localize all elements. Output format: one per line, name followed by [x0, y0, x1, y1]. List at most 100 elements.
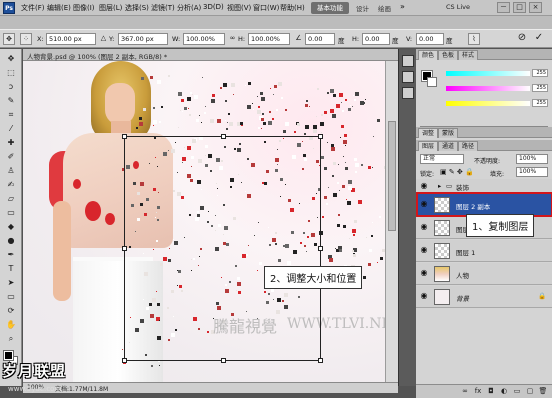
blue-value[interactable]: 255	[532, 99, 548, 107]
group-expand-icon[interactable]: ▸	[438, 182, 441, 190]
fx-icon[interactable]: fx	[473, 387, 483, 396]
brush-tool-icon[interactable]: ✐	[4, 151, 18, 163]
mask-icon[interactable]: ◘	[486, 387, 496, 396]
lock-icons[interactable]: ▣ ✎ ✥ 🔒	[440, 168, 474, 176]
layer-row-group[interactable]: ◉ ▸ ▭ 装饰	[416, 179, 552, 193]
info-panel-icon[interactable]	[402, 87, 414, 99]
width-scale-field[interactable]: 100.00%	[183, 33, 225, 45]
eraser-tool-icon[interactable]: ▱	[4, 193, 18, 205]
blur-tool-icon[interactable]: ◆	[4, 221, 18, 233]
3d-rotate-tool-icon[interactable]: ⟳	[4, 305, 18, 317]
eye-icon[interactable]: ◉	[419, 268, 429, 278]
new-layer-icon[interactable]: ▢	[525, 387, 535, 396]
minimize-icon[interactable]: －	[497, 2, 510, 13]
commit-transform-icon[interactable]: ✓	[533, 33, 545, 45]
history-brush-tool-icon[interactable]: ✍	[4, 179, 18, 191]
menu-layer[interactable]: 图层(L)	[99, 3, 122, 13]
layer-row[interactable]: ◉ 图层 1	[416, 240, 552, 262]
navigator-panel-icon[interactable]	[402, 71, 414, 83]
menu-view[interactable]: 视图(V)	[227, 3, 251, 13]
move-tool-icon[interactable]: ✥	[3, 33, 15, 45]
menu-window[interactable]: 窗口(W)	[253, 3, 279, 13]
tab-layers[interactable]: 图层	[418, 141, 439, 151]
green-slider[interactable]	[446, 86, 530, 91]
rotation-field[interactable]: 0.00	[305, 33, 335, 45]
height-scale-field[interactable]: 100.00%	[248, 33, 290, 45]
tab-masks[interactable]: 蒙版	[438, 128, 459, 138]
transform-handle-right[interactable]	[318, 246, 323, 251]
y-position-field[interactable]: 367.00 px	[118, 33, 168, 45]
move-tool-icon[interactable]: ✥	[4, 53, 18, 65]
warp-icon[interactable]: ⌇	[468, 33, 480, 45]
reference-point-icon[interactable]: ⁘	[20, 33, 32, 45]
scroll-thumb[interactable]	[388, 121, 396, 231]
menu-analysis[interactable]: 分析(A)	[177, 3, 201, 13]
close-icon[interactable]: ×	[529, 2, 542, 13]
blend-mode-select[interactable]: 正常	[420, 154, 464, 164]
history-panel-icon[interactable]	[402, 55, 414, 67]
workspace-essentials-button[interactable]: 基本功能	[311, 2, 349, 14]
shape-tool-icon[interactable]: ▭	[4, 291, 18, 303]
tab-channels[interactable]: 通道	[438, 141, 459, 151]
tab-adjustments[interactable]: 调整	[418, 128, 439, 138]
cancel-transform-icon[interactable]: ⊘	[516, 33, 528, 45]
eye-icon[interactable]: ◉	[419, 181, 429, 191]
transform-handle-left[interactable]	[122, 246, 127, 251]
red-slider[interactable]	[446, 71, 530, 76]
workspace-arrow-icon[interactable]: »	[400, 2, 405, 11]
folder-icon[interactable]: ▭	[512, 387, 522, 396]
transform-handle-top-right[interactable]	[318, 134, 323, 139]
fill-field[interactable]: 100%	[516, 167, 548, 177]
tab-swatches[interactable]: 色板	[438, 50, 459, 60]
cs-live-button[interactable]: CS Live	[446, 3, 470, 11]
triangle-icon[interactable]: △	[99, 33, 108, 45]
workspace-painting-link[interactable]: 绘画	[378, 3, 391, 13]
layer-row[interactable]: ◉ 人物	[416, 263, 552, 285]
red-value[interactable]: 255	[532, 69, 548, 77]
v-skew-field[interactable]: 0.00	[416, 33, 444, 45]
opacity-field[interactable]: 100%	[516, 154, 548, 164]
gradient-tool-icon[interactable]: ▭	[4, 207, 18, 219]
crop-tool-icon[interactable]: ⌗	[4, 109, 18, 121]
link-icon[interactable]: ∞	[460, 387, 470, 396]
dodge-tool-icon[interactable]: ●	[4, 235, 18, 247]
menu-filter[interactable]: 滤镜(T)	[151, 3, 175, 13]
transform-handle-bottom[interactable]	[221, 358, 226, 363]
clone-stamp-tool-icon[interactable]: ♙	[4, 165, 18, 177]
h-skew-field[interactable]: 0.00	[362, 33, 390, 45]
transform-handle-top-left[interactable]	[122, 134, 127, 139]
healing-brush-tool-icon[interactable]: ✚	[4, 137, 18, 149]
green-value[interactable]: 255	[532, 84, 548, 92]
vertical-scrollbar[interactable]	[385, 61, 398, 382]
layer-row[interactable]: ◉ 背景 🔒	[416, 286, 552, 308]
tab-styles[interactable]: 样式	[458, 50, 479, 60]
trash-icon[interactable]: 🗑	[538, 387, 548, 396]
eye-icon[interactable]: ◉	[419, 222, 429, 232]
type-tool-icon[interactable]: T	[4, 263, 18, 275]
menu-image[interactable]: 图像(I)	[73, 3, 95, 13]
menu-3d[interactable]: 3D(D)	[203, 3, 224, 11]
pen-tool-icon[interactable]: ✒	[4, 249, 18, 261]
panel-bg-swatch[interactable]	[427, 77, 437, 87]
menu-file[interactable]: 文件(F)	[21, 3, 45, 13]
menu-select[interactable]: 选择(S)	[125, 3, 149, 13]
blue-slider[interactable]	[446, 101, 530, 106]
menu-edit[interactable]: 编辑(E)	[47, 3, 71, 13]
x-position-field[interactable]: 510.00 px	[46, 33, 96, 45]
adjustment-icon[interactable]: ◐	[499, 387, 509, 396]
document-tab[interactable]: 人物背景.psd @ 100% (图层 2 副本, RGB/8) *	[23, 49, 398, 61]
workspace-design-link[interactable]: 设计	[356, 3, 369, 13]
free-transform-box[interactable]	[122, 134, 323, 363]
transform-handle-top[interactable]	[221, 134, 226, 139]
eyedropper-tool-icon[interactable]: ⁄	[4, 123, 18, 135]
foreground-color-swatch[interactable]	[3, 350, 14, 361]
transform-handle-bottom-left[interactable]	[122, 358, 127, 363]
transform-handle-bottom-right[interactable]	[318, 358, 323, 363]
document-canvas[interactable]: 騰龍視覺 WWW.TLVI.NET 2、调整大小和位置	[23, 61, 385, 382]
marquee-tool-icon[interactable]: ⬚	[4, 67, 18, 79]
lasso-tool-icon[interactable]: ↄ	[4, 81, 18, 93]
link-icon[interactable]: ∞	[228, 33, 237, 45]
quick-select-tool-icon[interactable]: ✎	[4, 95, 18, 107]
path-selection-tool-icon[interactable]: ➤	[4, 277, 18, 289]
eye-icon[interactable]: ◉	[419, 291, 429, 301]
